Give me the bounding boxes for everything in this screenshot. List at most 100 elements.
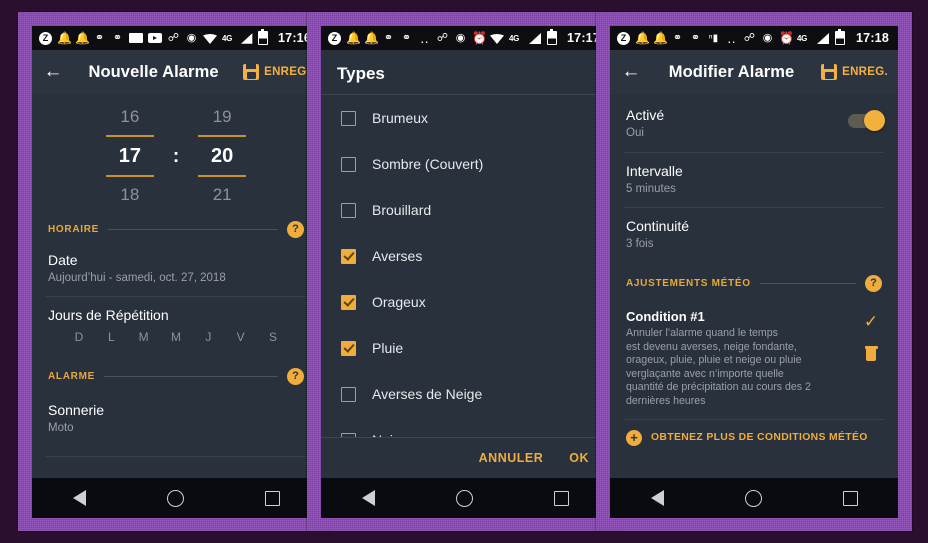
list-item[interactable]: Sombre (Couvert)	[321, 141, 609, 187]
target-icon: ◉	[455, 31, 466, 44]
check-icon[interactable]: ✓	[864, 313, 878, 330]
battery-icon	[547, 28, 557, 45]
row-enabled[interactable]: Activé Oui	[610, 94, 898, 152]
screen-body-2: Types Brumeux Sombre (Couvert) Brouillar…	[321, 50, 609, 478]
checkbox-icon-checked[interactable]	[341, 248, 356, 264]
back-arrow-icon[interactable]: ←	[620, 61, 642, 83]
checkbox-icon-checked[interactable]	[341, 294, 356, 310]
alarm-icon: ⏰	[472, 30, 487, 45]
nav-recents-icon[interactable]	[264, 490, 280, 506]
back-arrow-icon[interactable]: ←	[42, 61, 64, 83]
condition-actions: ✓	[856, 309, 886, 409]
list-item[interactable]: Orageux	[321, 279, 609, 325]
option-label: Brouillard	[372, 202, 432, 218]
minute-next[interactable]: 21	[193, 181, 251, 209]
day-v[interactable]: V	[232, 330, 250, 344]
minute-column[interactable]: 19 20 21	[193, 103, 251, 209]
row-repeat-days: Jours de Répétition D L M M J V S	[32, 297, 320, 354]
get-more-conditions-button[interactable]: + OBTENEZ PLUS DE CONDITIONS MÉTÉO	[610, 420, 898, 456]
toggle-knob	[864, 110, 885, 131]
bell-icon: 🔔	[346, 30, 361, 45]
row-interval[interactable]: Intervalle 5 minutes	[610, 153, 898, 207]
section-divider	[108, 229, 278, 230]
day-s[interactable]: S	[264, 330, 282, 344]
time-separator: :	[172, 146, 180, 167]
condition-title: Condition #1	[626, 309, 705, 324]
row-continuity[interactable]: Continuité 3 fois	[610, 208, 898, 262]
hour-next[interactable]: 18	[101, 181, 159, 209]
nav-home-icon[interactable]	[744, 489, 762, 507]
dots-icon: ‥	[420, 30, 429, 46]
dialog-title: Types	[337, 64, 385, 83]
condition-card[interactable]: Condition #1 Annuler l’alarme quand le t…	[610, 296, 898, 419]
help-icon-weather[interactable]: ?	[865, 275, 882, 292]
nav-home-icon[interactable]	[166, 489, 184, 507]
bell-icon: 🔔	[57, 30, 72, 45]
screen-body-1: 16 17 18 : 19 20 21 HORAIRE ? Date Aujou…	[32, 94, 320, 478]
minute-prev[interactable]: 19	[193, 103, 251, 131]
ok-button[interactable]: OK	[569, 451, 589, 465]
checkbox-icon[interactable]	[341, 156, 356, 172]
battery-icon	[835, 28, 845, 45]
row-ringtone[interactable]: Sonnerie Moto	[32, 389, 320, 446]
types-option-list[interactable]: Brumeux Sombre (Couvert) Brouillard Aver…	[321, 95, 609, 437]
nav-back-icon[interactable]	[72, 490, 86, 506]
list-item[interactable]: Averses de Neige	[321, 371, 609, 417]
day-l[interactable]: L	[102, 330, 120, 344]
option-label: Orageux	[372, 294, 426, 310]
dialog-actions: ANNULER OK	[321, 438, 609, 478]
row-date-value: Aujourd’hui - samedi, oct. 27, 2018	[48, 272, 226, 284]
day-m1[interactable]: M	[135, 330, 153, 344]
nav-recents-icon[interactable]	[553, 490, 569, 506]
checkbox-icon[interactable]	[341, 386, 356, 402]
nav-home-icon[interactable]	[455, 489, 473, 507]
section-header-horaire: HORAIRE ?	[32, 221, 320, 238]
phone-1: Z 🔔 🔔 ⚭ ⚭ ☍ ◉ 4G 17:16 ← Nouvelle Alarme	[32, 26, 320, 518]
row-date[interactable]: Date Aujourd’hui - samedi, oct. 27, 2018	[32, 242, 320, 296]
minute-rule-bottom	[198, 175, 247, 177]
alarm-icon: ⏰	[779, 30, 794, 45]
list-item[interactable]: Neige	[321, 417, 609, 437]
checkbox-icon[interactable]	[341, 432, 356, 437]
day-m2[interactable]: M	[167, 330, 185, 344]
minute-value[interactable]: 20	[193, 141, 251, 171]
cancel-button[interactable]: ANNULER	[479, 451, 544, 465]
list-item[interactable]: Brouillard	[321, 187, 609, 233]
checkbox-icon-checked[interactable]	[341, 340, 356, 356]
save-button-3[interactable]: ENREG.	[821, 64, 888, 80]
section-header-weather: AJUSTEMENTS MÉTÉO ?	[610, 275, 898, 292]
checkbox-icon[interactable]	[341, 110, 356, 126]
target-icon: ◉	[762, 31, 773, 44]
day-d[interactable]: D	[70, 330, 88, 344]
help-icon-alarme[interactable]: ?	[287, 368, 304, 385]
option-label: Brumeux	[372, 110, 429, 126]
nav-recents-icon[interactable]	[842, 490, 858, 506]
shield-icon: ⚭	[401, 31, 412, 44]
row-interval-title: Intervalle	[626, 163, 683, 179]
list-item[interactable]: Brumeux	[321, 95, 609, 141]
enabled-toggle[interactable]	[848, 110, 885, 131]
list-item[interactable]: Averses	[321, 233, 609, 279]
save-button-1[interactable]: ENREG.	[243, 64, 310, 80]
screen-body-3: Activé Oui Intervalle 5 minutes Continui…	[610, 94, 898, 478]
option-label: Sombre (Couvert)	[372, 156, 484, 172]
signal-question-icon: ⁿ▮	[708, 32, 719, 44]
hour-value[interactable]: 17	[101, 141, 159, 171]
nav-back-icon[interactable]	[650, 490, 664, 506]
hour-column[interactable]: 16 17 18	[101, 103, 159, 209]
checkbox-icon[interactable]	[341, 202, 356, 218]
day-selector: D L M M J V S	[48, 324, 304, 344]
list-item[interactable]: Pluie	[321, 325, 609, 371]
types-dialog: Types Brumeux Sombre (Couvert) Brouillar…	[321, 50, 609, 478]
section-label-horaire: HORAIRE	[48, 224, 100, 235]
help-icon-horaire[interactable]: ?	[287, 221, 304, 238]
nav-back-icon[interactable]	[361, 490, 375, 506]
nav-bar-1	[32, 478, 320, 518]
save-disk-icon	[821, 64, 838, 80]
hour-prev[interactable]: 16	[101, 103, 159, 131]
status-icons-2: Z 🔔 🔔 ⚭ ⚭ ‥ ☍ ◉ ⏰	[328, 30, 504, 46]
save-disk-icon	[243, 64, 260, 80]
row-enabled-title: Activé	[626, 107, 665, 123]
trash-icon[interactable]	[864, 346, 878, 361]
day-j[interactable]: J	[199, 330, 217, 344]
